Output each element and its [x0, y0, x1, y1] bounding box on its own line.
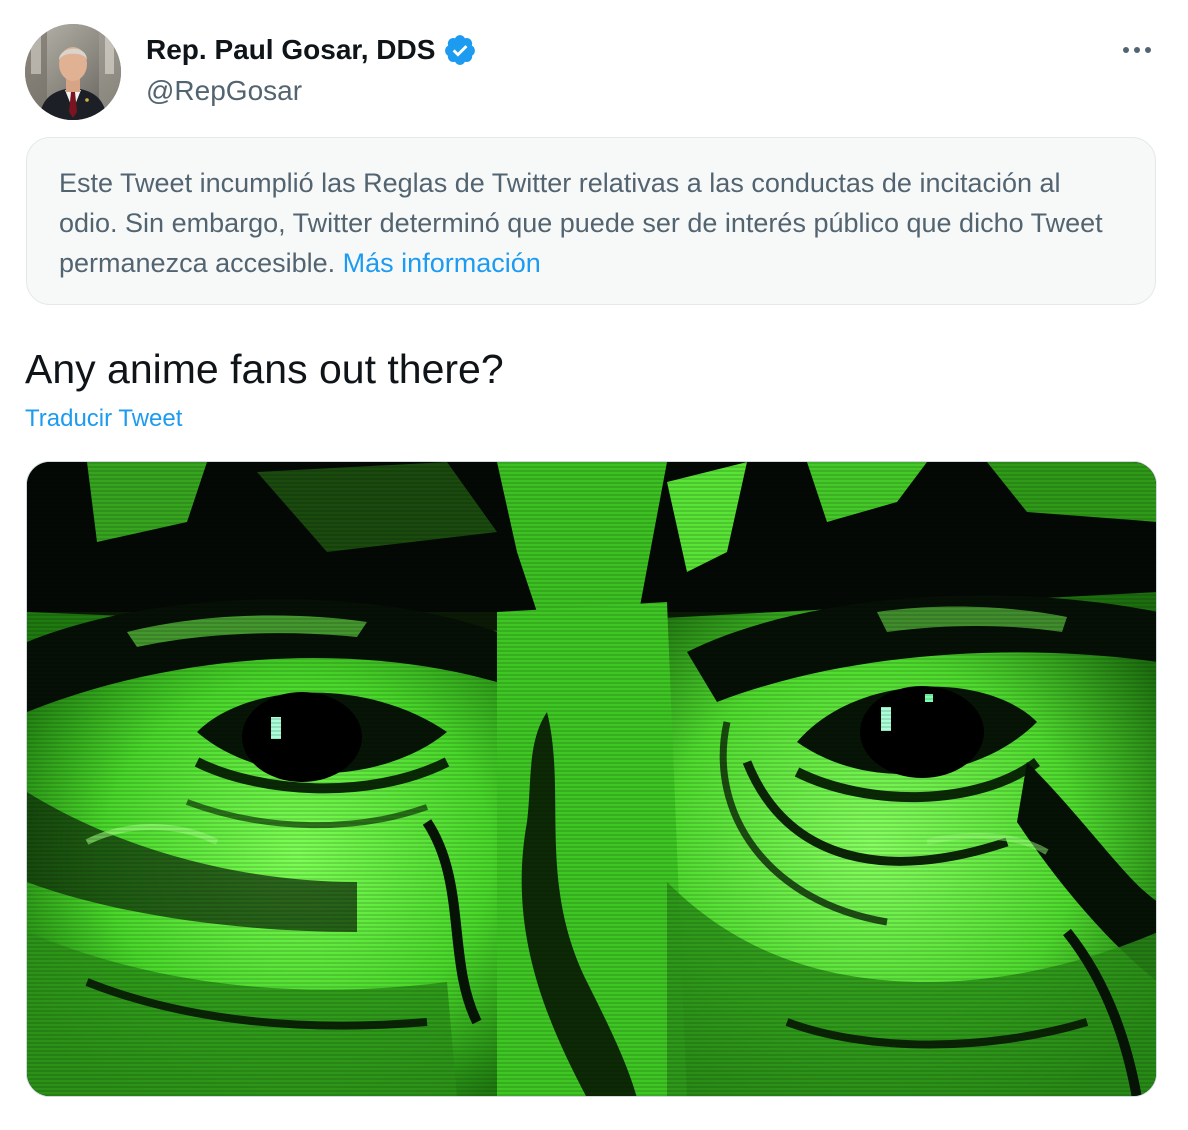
notice-body: Este Tweet incumplió las Reglas de Twitt… — [59, 168, 1103, 278]
translate-tweet-link[interactable]: Traducir Tweet — [25, 403, 182, 435]
more-options-button[interactable] — [1112, 30, 1162, 70]
more-horizontal-icon-dot — [1134, 47, 1140, 53]
portrait-avatar-image — [25, 24, 121, 120]
tweet-media-image[interactable] — [26, 461, 1157, 1097]
author-display-name[interactable]: Rep. Paul Gosar, DDS — [146, 32, 477, 68]
author-avatar[interactable] — [25, 24, 121, 120]
more-horizontal-icon — [1123, 47, 1129, 53]
tweet-text: Any anime fans out there? — [25, 346, 504, 392]
public-interest-notice: Este Tweet incumplió las Reglas de Twitt… — [26, 137, 1156, 305]
display-name-text: Rep. Paul Gosar, DDS — [146, 34, 436, 65]
notice-text: Este Tweet incumplió las Reglas de Twitt… — [59, 163, 1123, 283]
green-eyes-image — [27, 462, 1156, 1096]
more-info-link[interactable]: Más información — [343, 248, 541, 278]
author-handle[interactable]: @RepGosar — [146, 73, 302, 109]
verified-badge-icon — [445, 35, 476, 65]
more-horizontal-icon-dot — [1145, 47, 1151, 53]
